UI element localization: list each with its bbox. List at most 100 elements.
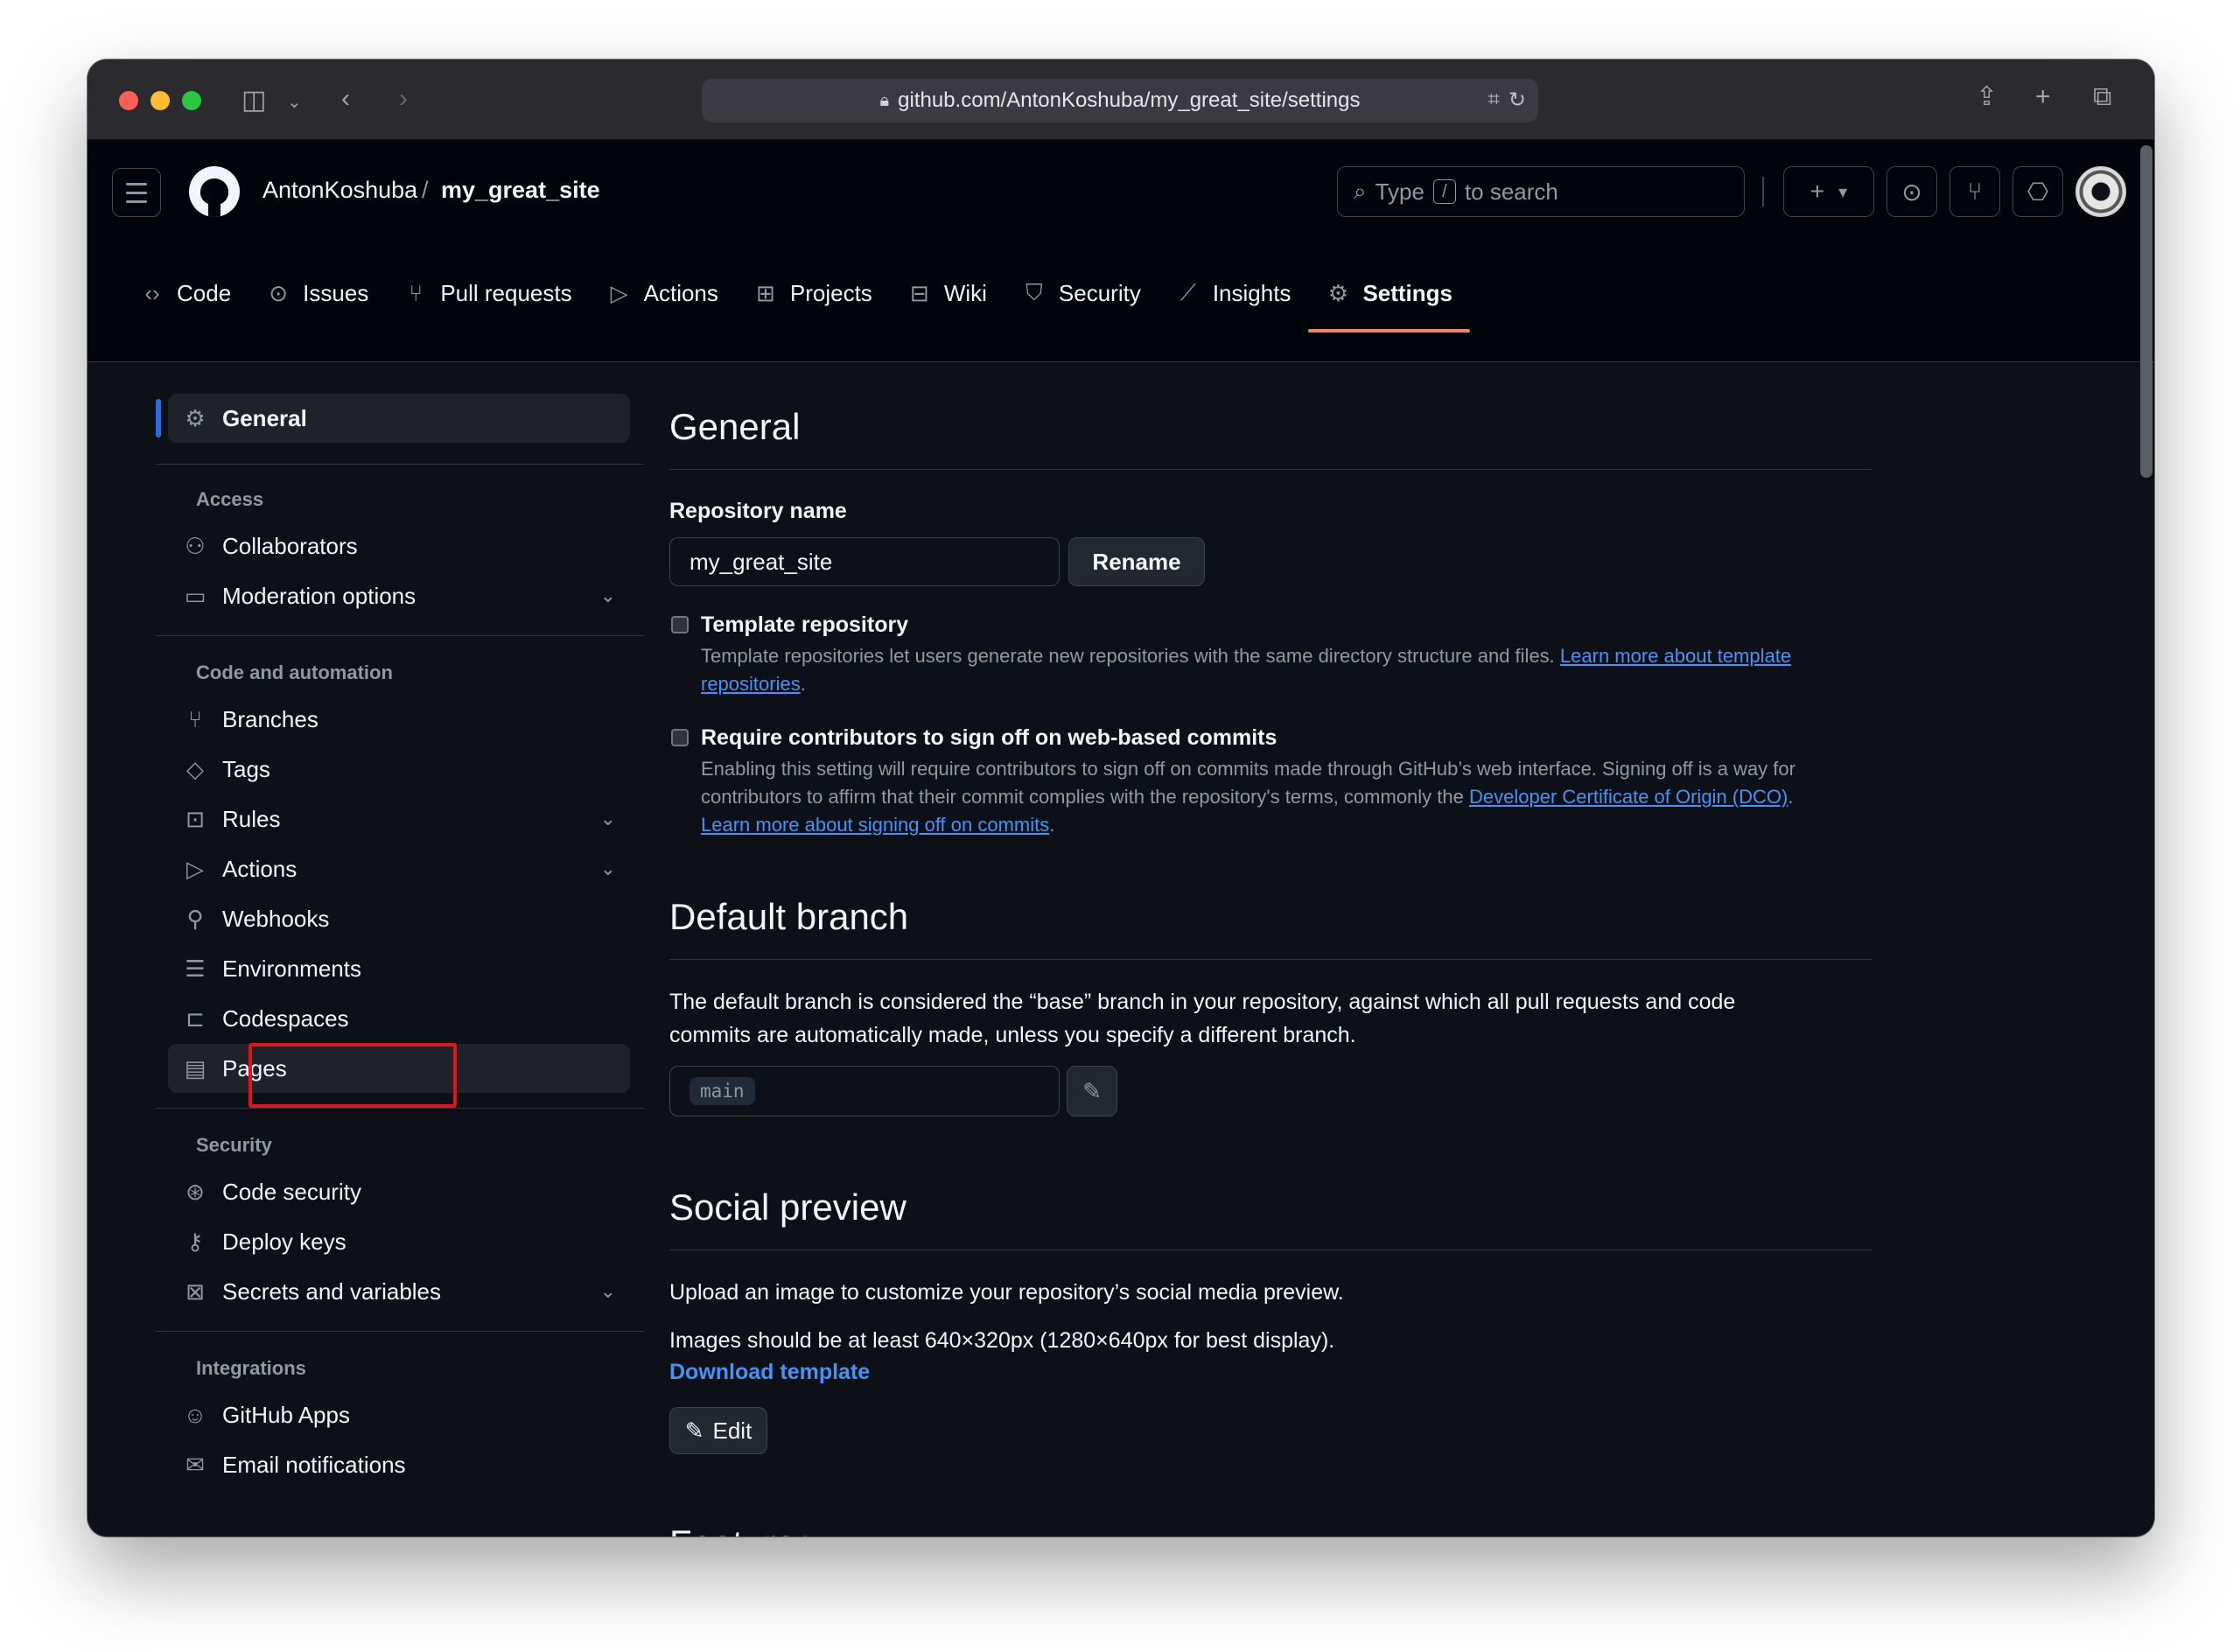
- close-window-button[interactable]: [119, 91, 138, 110]
- default-branch-description: The default branch is considered the “ba…: [669, 990, 1736, 1047]
- tab-code[interactable]: ‹› Code: [122, 262, 248, 324]
- address-bar[interactable]: 🔒︎ github.com/AntonKoshuba/my_great_site…: [702, 79, 1538, 122]
- sidebar-item-email-notifications[interactable]: ✉ Email notifications: [168, 1440, 630, 1489]
- sidebar-item-actions[interactable]: ▷ Actions ⌄: [168, 844, 630, 893]
- issue-icon: ⊙: [1901, 178, 1922, 206]
- issue-icon: ⊙: [269, 279, 289, 306]
- codespaces-icon: ⊏: [186, 1004, 205, 1032]
- caret-down-icon: ▾: [1838, 182, 1848, 202]
- sidebar-divider: [156, 1108, 644, 1109]
- sidebar-item-moderation[interactable]: ▭ Moderation options ⌄: [168, 571, 630, 620]
- tab-settings[interactable]: ⚙ Settings: [1308, 262, 1470, 332]
- sidebar-item-code-security[interactable]: ⊛ Code security: [168, 1167, 630, 1216]
- minimize-window-button[interactable]: [150, 91, 170, 110]
- sidebar-item-collaborators[interactable]: ⚇ Collaborators: [168, 522, 630, 570]
- download-template-link[interactable]: Download template: [669, 1360, 870, 1385]
- server-icon: ☰: [185, 955, 206, 982]
- chevron-down-icon[interactable]: ⌄: [287, 89, 302, 116]
- features-heading: Features: [669, 1522, 815, 1536]
- breadcrumb-repo[interactable]: my_great_site: [441, 177, 600, 204]
- edit-default-branch-button[interactable]: ✎: [1067, 1066, 1117, 1116]
- new-tab-icon[interactable]: +: [2035, 84, 2051, 110]
- breadcrumb-owner[interactable]: AntonKoshuba: [262, 177, 417, 204]
- edit-social-preview-button[interactable]: ✎ Edit: [669, 1407, 767, 1454]
- tab-insights[interactable]: ⟋ Insights: [1158, 262, 1309, 324]
- mail-icon: ✉: [186, 1451, 205, 1478]
- codescan-icon: ⊛: [186, 1178, 205, 1205]
- sidebar-item-rules[interactable]: ⊡ Rules ⌄: [168, 794, 630, 844]
- repo-name-label: Repository name: [669, 499, 847, 523]
- plus-icon: +: [1810, 178, 1825, 205]
- rename-button[interactable]: Rename: [1068, 537, 1205, 586]
- selected-indicator: [156, 399, 161, 438]
- tab-overview-icon[interactable]: ⧉: [2093, 84, 2111, 110]
- chevron-down-icon: ⌄: [599, 1280, 616, 1302]
- sidebar-item-secrets[interactable]: ⊠ Secrets and variables ⌄: [168, 1267, 630, 1316]
- sidebar-item-webhooks[interactable]: ⚲ Webhooks: [168, 894, 630, 943]
- dco-link[interactable]: Developer Certificate of Origin (DCO): [1469, 786, 1788, 808]
- avatar[interactable]: [2076, 166, 2126, 217]
- shield-icon: ⛉: [1026, 279, 1043, 305]
- sidebar-divider: [156, 1331, 644, 1332]
- hubot-icon: ☺: [183, 1401, 207, 1428]
- tab-pull-requests[interactable]: ⑂ Pull requests: [386, 262, 589, 324]
- sidebar-item-codespaces[interactable]: ⊏ Codespaces: [168, 994, 630, 1043]
- browser-toolbar: ◫ ⌄ ‹ › 🔒︎ github.com/AntonKoshuba/my_gr…: [88, 60, 2154, 140]
- forward-icon[interactable]: ›: [399, 86, 408, 112]
- rules-icon: ⊡: [186, 805, 205, 832]
- section-divider: [669, 469, 1872, 470]
- github-logo-icon[interactable]: [189, 166, 240, 217]
- sidebar-item-environments[interactable]: ☰ Environments: [168, 944, 630, 993]
- tab-projects[interactable]: ⊞ Projects: [736, 262, 890, 324]
- sidebar-heading-security: Security: [196, 1134, 272, 1156]
- sidebar-item-branches[interactable]: ⑂ Branches: [168, 695, 630, 744]
- tab-wiki[interactable]: ⊟ Wiki: [890, 262, 1004, 324]
- signoff-checkbox[interactable]: [671, 729, 689, 746]
- sidebar-heading-code-automation: Code and automation: [196, 662, 393, 683]
- reload-icon[interactable]: ↻: [1508, 88, 1526, 113]
- sidebar-divider: [156, 464, 644, 465]
- sidebar-item-github-apps[interactable]: ☺ GitHub Apps: [168, 1390, 630, 1439]
- issues-button[interactable]: ⊙: [1886, 166, 1937, 217]
- webhook-icon: ⚲: [186, 905, 204, 932]
- pull-requests-button[interactable]: ⑂: [1950, 166, 2000, 217]
- sidebar-item-tags[interactable]: ◇ Tags: [168, 745, 630, 794]
- signoff-label: Require contributors to sign off on web-…: [701, 725, 1278, 750]
- sidebar-item-general[interactable]: ⚙ General: [168, 394, 630, 443]
- social-preview-description: Upload an image to customize your reposi…: [669, 1280, 1344, 1305]
- breadcrumb-separator: /: [422, 177, 429, 203]
- branch-icon: ⑂: [188, 705, 202, 732]
- general-heading: General: [669, 406, 801, 447]
- menu-button[interactable]: [112, 168, 161, 217]
- inbox-button[interactable]: ⎔: [2012, 166, 2063, 217]
- translate-icon[interactable]: ⌗: [1488, 88, 1500, 112]
- learn-more-template-link-cont[interactable]: repositories: [701, 673, 801, 695]
- tab-actions[interactable]: ▷ Actions: [590, 262, 736, 324]
- template-repository-checkbox[interactable]: [671, 616, 689, 634]
- pages-highlight-box: [248, 1043, 457, 1108]
- tab-security[interactable]: ⛉ Security: [1004, 262, 1158, 324]
- tab-issues[interactable]: ⊙ Issues: [248, 262, 386, 324]
- sidebar-item-deploy-keys[interactable]: ⚷ Deploy keys: [168, 1217, 630, 1266]
- sidebar-heading-integrations: Integrations: [196, 1357, 306, 1379]
- social-preview-heading: Social preview: [669, 1186, 906, 1228]
- learn-more-template-link[interactable]: Learn more about template: [1560, 645, 1791, 667]
- learn-more-signoff-link[interactable]: Learn more about signing off on commits: [701, 814, 1049, 836]
- page-scrollbar[interactable]: [2140, 145, 2152, 478]
- zoom-window-button[interactable]: [182, 91, 201, 110]
- pencil-icon: ✎: [684, 1417, 704, 1444]
- tag-icon: ◇: [186, 755, 204, 782]
- pull-request-icon: ⑂: [409, 279, 424, 306]
- section-divider: [669, 959, 1872, 960]
- graph-icon: ⟋: [1180, 279, 1196, 305]
- people-icon: ⚇: [185, 532, 206, 559]
- back-icon[interactable]: ‹: [341, 86, 350, 112]
- url-text: github.com/AntonKoshuba/my_great_site/se…: [898, 88, 1361, 112]
- repo-name-field[interactable]: my_great_site: [669, 537, 1060, 586]
- github-header: AntonKoshuba / my_great_site ⌕ Type / to…: [88, 140, 2154, 362]
- play-icon: ▷: [186, 855, 204, 882]
- sidebar-toggle-icon[interactable]: ◫: [242, 88, 266, 114]
- share-icon[interactable]: ⇪: [1976, 84, 1998, 110]
- create-new-button[interactable]: + ▾: [1783, 166, 1874, 217]
- search-input[interactable]: ⌕ Type / to search: [1337, 166, 1745, 217]
